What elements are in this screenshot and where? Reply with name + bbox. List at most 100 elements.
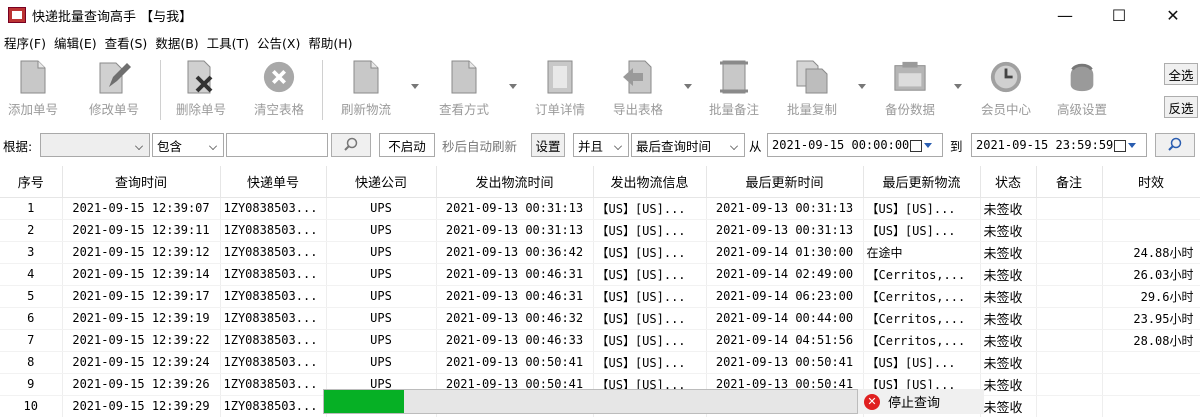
col-header-status[interactable]: 状态	[980, 166, 1037, 198]
table-row[interactable]: 4 2021-09-15 12:39:14 1ZY0838503... UPS 2021…	[0, 263, 1200, 286]
cell-duration: 28.08小时	[1102, 329, 1200, 352]
col-header-dispatch-time[interactable]: 发出物流时间	[436, 166, 594, 198]
cell-tracking-number: 1ZY0838503...	[220, 395, 327, 417]
col-header-tracking-number[interactable]: 快递单号	[220, 166, 327, 198]
col-header-last-update-info[interactable]: 最后更新物流	[863, 166, 981, 198]
cell-dispatch-info: 【US】[US]...	[593, 285, 707, 308]
table-header-row: 序号 查询时间 快递单号 快递公司 发出物流时间 发出物流信息 最后更新时间 最…	[0, 166, 1200, 198]
export-dropdown-caret[interactable]	[684, 84, 692, 90]
edit-order-button[interactable]: 修改单号	[84, 58, 144, 120]
from-datetime-picker[interactable]: 2021-09-15 00:00:00	[767, 133, 943, 157]
view-mode-dropdown-caret[interactable]	[509, 84, 517, 90]
cell-last-update-time: 2021-09-14 01:30:00	[706, 241, 864, 264]
basis-label: 根据:	[3, 138, 33, 154]
menu-notice[interactable]: 公告(X)	[253, 33, 304, 52]
backup-data-button[interactable]: 备份数据	[878, 58, 942, 120]
cell-query-time: 2021-09-15 12:39:29	[62, 395, 221, 417]
cell-note	[1036, 241, 1103, 264]
col-header-index[interactable]: 序号	[0, 166, 63, 198]
cell-query-time: 2021-09-15 12:39:24	[62, 351, 221, 374]
cell-query-time: 2021-09-15 12:39:26	[62, 373, 221, 396]
cell-last-update-info: 【US】[US]...	[863, 219, 981, 242]
col-header-query-time[interactable]: 查询时间	[62, 166, 221, 198]
col-header-courier[interactable]: 快递公司	[326, 166, 437, 198]
refresh-dropdown-caret[interactable]	[411, 84, 419, 90]
menu-tools[interactable]: 工具(T)	[203, 33, 253, 52]
cell-index: 7	[0, 329, 63, 352]
batch-note-button[interactable]: 批量备注	[703, 58, 765, 120]
backup-dropdown-caret[interactable]	[954, 84, 962, 90]
calendar-icon[interactable]	[910, 138, 938, 153]
menu-view[interactable]: 查看(S)	[101, 33, 152, 52]
invert-selection-button[interactable]: 反选	[1164, 96, 1198, 118]
table-row[interactable]: 6 2021-09-15 12:39:19 1ZY0838503... UPS 2021…	[0, 307, 1200, 330]
date-search-button[interactable]	[1155, 133, 1195, 157]
col-header-note[interactable]: 备注	[1036, 166, 1103, 198]
cell-status: 未签收	[980, 285, 1037, 308]
col-header-dispatch-info[interactable]: 发出物流信息	[593, 166, 707, 198]
cell-tracking-number: 1ZY0838503...	[220, 307, 327, 330]
col-header-duration[interactable]: 时效	[1102, 166, 1200, 198]
settings-button[interactable]: 设置	[531, 133, 565, 157]
menu-help[interactable]: 帮助(H)	[304, 33, 356, 52]
view-mode-button[interactable]: 查看方式	[432, 58, 496, 120]
search-icon	[1168, 137, 1182, 154]
maximize-button[interactable]: ☐	[1092, 0, 1146, 30]
close-button[interactable]: ✕	[1146, 0, 1200, 30]
cell-dispatch-info: 【US】[US]...	[593, 219, 707, 242]
delete-order-button[interactable]: 删除单号	[170, 58, 232, 120]
table-row[interactable]: 8 2021-09-15 12:39:24 1ZY0838503... UPS 2021…	[0, 351, 1200, 374]
batch-copy-button[interactable]: 批量复制	[780, 58, 844, 120]
auto-refresh-seconds[interactable]: 不启动	[379, 133, 435, 157]
order-detail-button[interactable]: 订单详情	[528, 58, 592, 120]
table-body: 1 2021-09-15 12:39:07 1ZY0838503... UPS 2021…	[0, 197, 1200, 417]
table-row[interactable]: 1 2021-09-15 12:39:07 1ZY0838503... UPS 2021…	[0, 197, 1200, 220]
cell-last-update-time: 2021-09-14 00:44:00	[706, 307, 864, 330]
table-row[interactable]: 3 2021-09-15 12:39:12 1ZY0838503... UPS 2021…	[0, 241, 1200, 264]
menu-program[interactable]: 程序(F)	[0, 33, 50, 52]
clear-table-button[interactable]: 清空表格	[248, 58, 310, 120]
search-button[interactable]	[331, 133, 371, 157]
col-header-last-update-time[interactable]: 最后更新时间	[706, 166, 864, 198]
table-row[interactable]: 7 2021-09-15 12:39:22 1ZY0838503... UPS 2021…	[0, 329, 1200, 352]
keyword-input[interactable]	[226, 133, 328, 157]
cell-duration	[1102, 351, 1200, 374]
table-row[interactable]: 2 2021-09-15 12:39:11 1ZY0838503... UPS 2021…	[0, 219, 1200, 242]
stop-query-button[interactable]: ✕ 停止查询	[858, 389, 984, 414]
refresh-document-icon	[349, 58, 383, 96]
results-table-container[interactable]: 序号 查询时间 快递单号 快递公司 发出物流时间 发出物流信息 最后更新时间 最…	[0, 166, 1200, 417]
advanced-settings-icon	[1065, 58, 1099, 96]
cell-last-update-info: 【Cerritos,...	[863, 329, 981, 352]
cell-note	[1036, 351, 1103, 374]
select-all-button[interactable]: 全选	[1164, 63, 1198, 85]
export-table-button[interactable]: 导出表格	[606, 58, 670, 120]
stop-query-label: 停止查询	[888, 396, 941, 411]
toolbar: 添加单号 修改单号 删除单号 清空表格 刷新物流 查看方式 订单详情 导出表格 …	[0, 54, 1200, 124]
logic-select[interactable]: 并且	[573, 133, 629, 157]
time-field-select[interactable]: 最后查询时间	[631, 133, 745, 157]
app-logo-icon	[8, 7, 26, 23]
cell-status: 未签收	[980, 197, 1037, 220]
refresh-logistics-button[interactable]: 刷新物流	[334, 58, 398, 120]
menu-edit[interactable]: 编辑(E)	[50, 33, 101, 52]
export-table-icon	[621, 58, 655, 96]
batch-copy-dropdown-caret[interactable]	[858, 84, 866, 90]
advanced-settings-button[interactable]: 高级设置	[1050, 58, 1114, 120]
to-datetime-picker[interactable]: 2021-09-15 23:59:59	[971, 133, 1147, 157]
member-center-button[interactable]: 会员中心	[975, 58, 1037, 120]
window-title: 快递批量查询高手 【与我】	[32, 9, 193, 25]
cell-index: 4	[0, 263, 63, 286]
minimize-button[interactable]: —	[1038, 0, 1092, 30]
menu-data[interactable]: 数据(B)	[151, 33, 202, 52]
cell-query-time: 2021-09-15 12:39:07	[62, 197, 221, 220]
match-mode-select[interactable]: 包含	[152, 133, 224, 157]
batch-copy-icon	[795, 58, 829, 96]
cell-index: 10	[0, 395, 63, 417]
filter-bar: 根据: 包含 不启动 秒后自动刷新 设置 并且 最后查询时间 从 2021-09…	[0, 131, 1200, 159]
calendar-icon[interactable]	[1114, 138, 1142, 153]
basis-select[interactable]	[40, 133, 150, 157]
add-order-button[interactable]: 添加单号	[4, 58, 62, 120]
cell-note	[1036, 395, 1103, 417]
to-label: 到	[950, 138, 963, 154]
table-row[interactable]: 5 2021-09-15 12:39:17 1ZY0838503... UPS 2021…	[0, 285, 1200, 308]
